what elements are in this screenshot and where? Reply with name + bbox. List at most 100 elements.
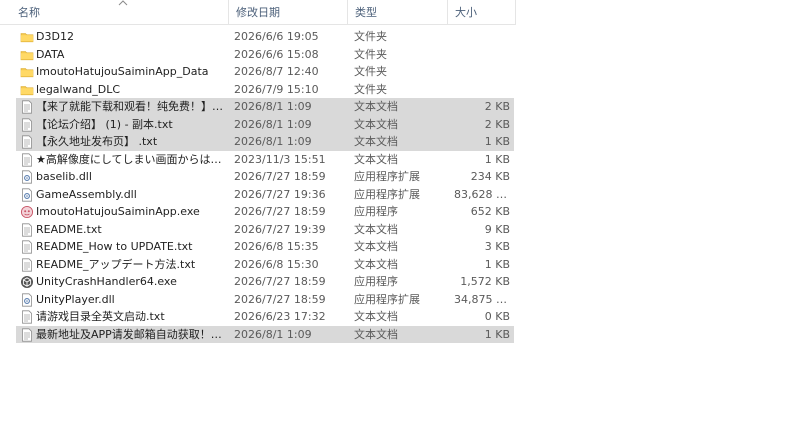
file-row[interactable]: README_How to UPDATE.txt 2026/6/8 15:35 文本… (16, 238, 514, 256)
file-type: 文件夹 (354, 47, 387, 61)
file-type: 文本文档 (354, 135, 398, 148)
file-size: 9 KB (484, 222, 510, 236)
file-name: ImoutoHatujouSaiminApp_Data (36, 65, 209, 78)
column-header-size[interactable]: 大小 (455, 0, 477, 24)
file-type: 应用程序扩展 (354, 170, 420, 183)
file-row[interactable]: GameAssembly.dll 2026/7/27 19:36 应用程序扩展 83,… (16, 186, 514, 204)
file-date-modified: 2026/7/27 19:36 (234, 187, 326, 201)
file-name: 【来了就能下载和观看！纯免费！】 - 副... (36, 100, 226, 113)
file-name: 【论坛介绍】 (1) - 副本.txt (36, 117, 173, 131)
folder-icon (20, 83, 34, 97)
file-name: legalwand_DLC (36, 82, 121, 96)
folder-icon (20, 48, 34, 62)
file-name: 最新地址及APP请发邮箱自动获取！！！... (36, 327, 226, 341)
file-type: 文本文档 (354, 310, 398, 323)
file-row[interactable]: D3D12 2026/6/6 19:05 文件夹 (16, 28, 514, 46)
text-file-icon (20, 100, 34, 114)
file-list: D3D12 2026/6/6 19:05 文件夹 DATA 2026/6/6 15:08… (16, 28, 514, 343)
file-name: GameAssembly.dll (36, 187, 137, 201)
file-date-modified: 2026/6/6 19:05 (234, 30, 319, 43)
file-type: 文本文档 (354, 100, 398, 113)
file-date-modified: 2026/6/23 17:32 (234, 310, 326, 323)
file-date-modified: 2026/8/1 1:09 (234, 327, 312, 341)
file-size: 3 KB (484, 240, 510, 253)
column-divider[interactable] (515, 0, 516, 24)
file-row[interactable]: 【来了就能下载和观看！纯免费！】 - 副... 2026/8/1 1:09 文本文档… (16, 98, 514, 116)
file-row[interactable]: 【论坛介绍】 (1) - 副本.txt 2026/8/1 1:09 文本文档 2 KB (16, 115, 514, 133)
file-type: 文本文档 (354, 222, 398, 236)
column-header-name[interactable]: 名称 (18, 0, 40, 24)
column-header-type[interactable]: 类型 (355, 0, 377, 24)
file-row[interactable]: UnityPlayer.dll 2026/7/27 18:59 应用程序扩展 34,8… (16, 291, 514, 309)
file-date-modified: 2026/8/1 1:09 (234, 117, 312, 131)
file-row[interactable]: ★高解像度にしてしまい画面からはみ出... 2023/11/3 15:51 文本文档… (16, 151, 514, 169)
dll-icon (20, 187, 34, 202)
file-type: 文件夹 (354, 30, 387, 43)
file-date-modified: 2026/7/27 19:39 (234, 222, 326, 236)
text-file-icon (20, 117, 34, 132)
file-name: 请游戏目录全英文启动.txt (36, 310, 165, 323)
file-date-modified: 2026/7/27 18:59 (234, 205, 326, 218)
file-size: 1 KB (484, 327, 510, 341)
folder-icon (20, 65, 34, 79)
file-row[interactable]: baselib.dll 2026/7/27 18:59 应用程序扩展 234 KB (16, 168, 514, 186)
file-type: 文本文档 (354, 327, 398, 341)
file-row[interactable]: ImoutoHatujouSaiminApp.exe 2026/7/27 18:5… (16, 203, 514, 221)
file-type: 文件夹 (354, 65, 387, 78)
dll-icon (20, 292, 34, 307)
file-name: UnityCrashHandler64.exe (36, 275, 177, 288)
text-file-icon (20, 310, 34, 324)
file-name: D3D12 (36, 30, 74, 43)
file-name: DATA (36, 47, 65, 61)
file-type: 文本文档 (354, 240, 398, 253)
column-divider[interactable] (228, 0, 229, 24)
file-date-modified: 2026/7/27 18:59 (234, 292, 326, 306)
file-size: 34,875 KB (454, 292, 510, 306)
file-date-modified: 2026/6/8 15:30 (234, 257, 319, 271)
file-row[interactable]: legalwand_DLC 2026/7/9 15:10 文件夹 (16, 81, 514, 99)
file-name: ★高解像度にしてしまい画面からはみ出... (36, 152, 226, 166)
file-date-modified: 2026/8/1 1:09 (234, 135, 312, 148)
text-file-icon (20, 152, 34, 167)
text-file-icon (20, 240, 34, 254)
dll-icon (20, 170, 34, 184)
column-header-date[interactable]: 修改日期 (236, 0, 280, 24)
unity-icon (20, 275, 34, 289)
file-row[interactable]: ImoutoHatujouSaiminApp_Data 2026/8/7 12:4… (16, 63, 514, 81)
file-row[interactable]: 最新地址及APP请发邮箱自动获取！！！... 2026/8/1 1:09 文本文档 1… (16, 325, 514, 343)
file-type: 应用程序扩展 (354, 187, 420, 201)
text-file-icon (20, 327, 34, 342)
file-date-modified: 2026/7/9 15:10 (234, 82, 319, 96)
file-row[interactable]: 请游戏目录全英文启动.txt 2026/6/23 17:32 文本文档 0 KB (16, 308, 514, 326)
file-name: README.txt (36, 222, 102, 236)
file-name: README_How to UPDATE.txt (36, 240, 193, 253)
file-row[interactable]: README_アップデート方法.txt 2026/6/8 15:30 文本文档 1 K… (16, 256, 514, 274)
file-name: README_アップデート方法.txt (36, 257, 196, 271)
column-header-bar: 名称 修改日期 类型 大小 (0, 0, 516, 25)
file-type: 文本文档 (354, 257, 398, 271)
file-date-modified: 2026/8/1 1:09 (234, 100, 312, 113)
file-row[interactable]: README.txt 2026/7/27 19:39 文本文档 9 KB (16, 221, 514, 239)
file-type: 应用程序 (354, 275, 398, 288)
file-size: 0 KB (484, 310, 510, 323)
file-type: 文本文档 (354, 152, 398, 166)
file-date-modified: 2026/7/27 18:59 (234, 170, 326, 183)
file-row[interactable]: UnityCrashHandler64.exe 2026/7/27 18:59 应用… (16, 273, 514, 291)
file-date-modified: 2026/7/27 18:59 (234, 275, 326, 288)
column-divider[interactable] (347, 0, 348, 24)
file-size: 2 KB (484, 100, 510, 113)
file-type: 文本文档 (354, 117, 398, 131)
file-name: ImoutoHatujouSaiminApp.exe (36, 205, 200, 218)
file-size: 234 KB (470, 170, 510, 183)
file-row[interactable]: 【永久地址发布页】 .txt 2026/8/1 1:09 文本文档 1 KB (16, 133, 514, 151)
file-date-modified: 2023/11/3 15:51 (234, 152, 326, 166)
column-divider[interactable] (447, 0, 448, 24)
file-row[interactable]: DATA 2026/6/6 15:08 文件夹 (16, 46, 514, 64)
file-size: 1 KB (484, 152, 510, 166)
text-file-icon (20, 257, 34, 272)
file-size: 1 KB (484, 257, 510, 271)
file-name: UnityPlayer.dll (36, 292, 115, 306)
file-type: 应用程序 (354, 205, 398, 218)
sort-ascending-icon[interactable] (118, 0, 128, 6)
file-size: 1,572 KB (460, 275, 510, 288)
